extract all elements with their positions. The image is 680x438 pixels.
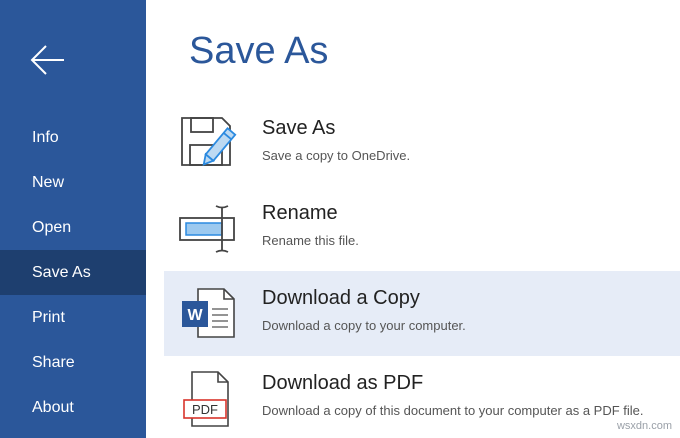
option-download-copy[interactable]: W Download a Copy Download a copy to you…: [164, 271, 680, 356]
sidebar-item-about[interactable]: About: [0, 385, 146, 430]
sidebar-item-save-as[interactable]: Save As: [0, 250, 146, 295]
sidebar: Info New Open Save As Print Share About: [0, 0, 146, 438]
option-title: Download as PDF: [262, 372, 424, 394]
main-panel: Save As Save As Save a copy to OneDrive.…: [146, 0, 680, 438]
option-rename[interactable]: Rename Rename this file.: [164, 186, 680, 271]
page-title: Save As: [189, 30, 329, 72]
option-description: Save a copy to OneDrive.: [262, 148, 411, 163]
sidebar-item-info[interactable]: Info: [0, 115, 146, 160]
sidebar-item-print[interactable]: Print: [0, 295, 146, 340]
option-description: Rename this file.: [262, 233, 359, 248]
option-description: Download a copy of this document to your…: [262, 403, 644, 418]
option-description: Download a copy to your computer.: [262, 318, 466, 333]
word-document-icon: W: [182, 288, 235, 338]
arrow-left-icon: [30, 45, 64, 75]
sidebar-nav: Info New Open Save As Print Share About: [0, 115, 146, 430]
back-button[interactable]: [28, 40, 68, 80]
option-title: Download a Copy: [262, 287, 420, 309]
pdf-document-icon: PDF: [183, 371, 229, 427]
option-save-as[interactable]: Save As Save a copy to OneDrive.: [164, 101, 680, 186]
watermark: wsxdn.com: [616, 420, 672, 432]
rename-icon: [179, 205, 235, 253]
svg-text:W: W: [187, 307, 203, 324]
sidebar-item-share[interactable]: Share: [0, 340, 146, 385]
option-download-pdf[interactable]: PDF Download as PDF Download a copy of t…: [164, 356, 680, 438]
sidebar-item-open[interactable]: Open: [0, 205, 146, 250]
option-title: Rename: [262, 202, 338, 224]
pdf-label: PDF: [192, 402, 218, 417]
option-title: Save As: [262, 117, 336, 139]
floppy-pencil-icon: [181, 117, 237, 166]
sidebar-item-new[interactable]: New: [0, 160, 146, 205]
